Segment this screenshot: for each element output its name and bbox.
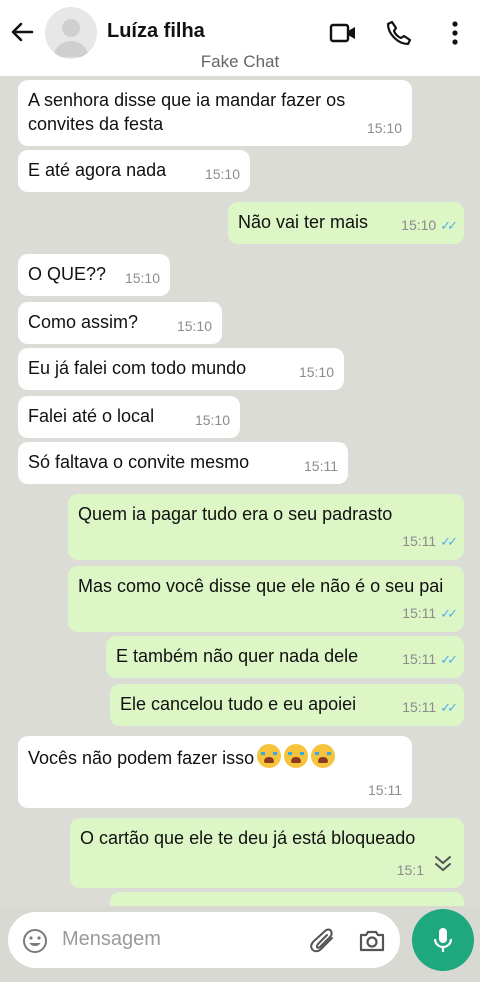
message-outgoing[interactable]: O cartão que ele te deu já está bloquead… (70, 818, 464, 888)
more-vert-icon[interactable] (440, 18, 470, 48)
video-call-icon[interactable] (328, 18, 358, 48)
message-incoming[interactable]: E até agora nada 15:10 (18, 150, 250, 192)
message-time: 15:10 (124, 270, 160, 286)
message-text: Não vai ter mais (238, 212, 369, 232)
message-outgoing[interactable]: Quem ia pagar tudo era o seu padrasto 15… (68, 494, 464, 560)
read-ticks-icon: ✓✓ (440, 652, 458, 667)
message-time-text: 15:11 (402, 651, 437, 667)
message-outgoing[interactable]: Ele cancelou tudo e eu apoiei 15:11 ✓✓ (110, 684, 464, 726)
message-time: 15:11 ✓✓ (402, 601, 458, 626)
message-incoming[interactable]: A senhora disse que ia mandar fazer os c… (18, 80, 412, 146)
attach-icon[interactable] (310, 928, 338, 954)
scroll-down-icon[interactable] (430, 850, 456, 876)
contact-name[interactable]: Luíza filha (107, 20, 205, 43)
message-outgoing[interactable]: Não vai ter mais 15:10 ✓✓ (228, 202, 464, 244)
message-time-text: 15:11 (402, 699, 437, 715)
message-text: O QUE?? (28, 264, 107, 284)
camera-icon[interactable] (358, 927, 386, 953)
message-time: 15:10 ✓✓ (401, 213, 458, 238)
message-time: 15:10 (204, 166, 240, 182)
read-ticks-icon: ✓✓ (440, 606, 458, 621)
message-incoming[interactable]: Eu já falei com todo mundo 15:10 (18, 348, 344, 390)
message-text: Quem ia pagar tudo era o seu padrasto (78, 504, 393, 524)
message-text: Mas como você disse que ele não é o seu … (78, 576, 444, 596)
mic-button[interactable] (412, 909, 474, 971)
message-incoming[interactable]: Como assim? 15:10 (18, 302, 222, 344)
message-text: Eu já falei com todo mundo (28, 358, 247, 378)
mic-icon (433, 928, 453, 952)
crying-face-icon (257, 744, 282, 768)
read-ticks-icon: ✓✓ (440, 218, 458, 233)
composer-bar: Mensagem (0, 906, 480, 982)
message-time-text: 15:11 (402, 605, 437, 621)
message-incoming[interactable]: Vocês não podem fazer isso 15:11 (18, 736, 412, 808)
message-incoming[interactable]: O QUE?? 15:10 (18, 254, 170, 296)
message-text: Ele cancelou tudo e eu apoiei (120, 694, 357, 714)
message-input[interactable]: Mensagem (8, 912, 400, 968)
message-text: O cartão que ele te deu já está bloquead… (80, 828, 416, 848)
message-time: 15:11 (368, 782, 402, 798)
message-time: 15:11 ✓✓ (402, 695, 458, 720)
message-outgoing[interactable]: Mas como você disse que ele não é o seu … (68, 566, 464, 632)
message-outgoing[interactable]: E também não quer nada dele 15:11 ✓✓ (106, 636, 464, 678)
read-ticks-icon: ✓✓ (440, 534, 458, 549)
subtitle-watermark: Fake Chat (200, 52, 280, 71)
message-list[interactable]: A senhora disse que ia mandar fazer os c… (0, 76, 480, 906)
message-time: 15:11 ✓✓ (402, 647, 458, 672)
message-time-text: 15:11 (402, 533, 437, 549)
message-text: Como assim? (28, 312, 139, 332)
crying-face-icon (311, 744, 336, 768)
message-text: E até agora nada (28, 160, 167, 180)
message-time: 15:10 (366, 120, 402, 136)
message-incoming[interactable]: Falei até o local 15:10 (18, 396, 240, 438)
message-text: E também não quer nada dele (116, 646, 359, 666)
back-arrow-icon[interactable] (8, 18, 36, 46)
phone-icon[interactable] (384, 18, 414, 48)
read-ticks-icon: ✓✓ (440, 700, 458, 715)
message-text: Falei até o local (28, 406, 155, 426)
message-time: 15:10 (298, 364, 334, 380)
message-time: 15:1 (396, 862, 424, 878)
message-incoming[interactable]: Só faltava o convite mesmo 15:11 (18, 442, 348, 484)
message-input-placeholder: Mensagem (62, 928, 161, 950)
chat-header: Luíza filha Fake Chat (0, 0, 480, 76)
message-text: Vocês não podem fazer isso (28, 748, 255, 768)
message-time: 15:10 (176, 318, 212, 334)
crying-face-icon (284, 744, 309, 768)
message-time-text: 15:10 (401, 217, 437, 233)
message-outgoing-partial[interactable] (110, 892, 464, 906)
message-time: 15:10 (194, 412, 230, 428)
emoji-icon[interactable] (22, 928, 48, 954)
message-text: A senhora disse que ia mandar fazer os c… (28, 90, 346, 134)
message-time: 15:11 ✓✓ (402, 529, 458, 554)
message-time: 15:11 (304, 458, 338, 474)
message-text: Só faltava o convite mesmo (28, 452, 250, 472)
